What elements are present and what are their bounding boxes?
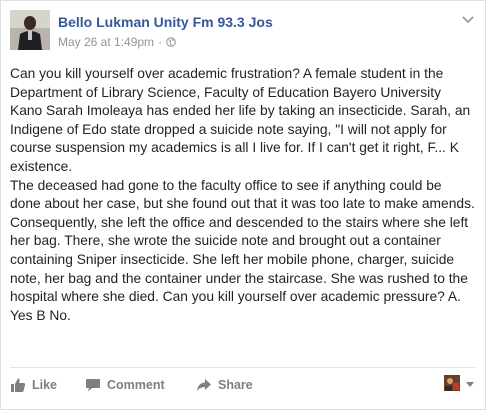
globe-icon[interactable] (166, 37, 176, 47)
like-label: Like (32, 378, 58, 392)
caret-down-icon[interactable] (466, 382, 474, 387)
avatar-photo (10, 10, 50, 50)
speech-bubble-icon (86, 379, 100, 392)
post-actions-bar: Like Comment Share (10, 373, 476, 401)
post-paragraph: The deceased had gone to the faculty off… (10, 177, 475, 212)
post-header: Bello Lukman Unity Fm 93.3 Jos May 26 at… (10, 10, 475, 58)
action-divider (10, 367, 476, 368)
comment-label: Comment (107, 378, 165, 392)
post-message: Can you kill yourself over academic frus… (10, 65, 476, 325)
share-arrow-icon (197, 379, 211, 391)
page-avatar-image (444, 375, 460, 391)
meta-separator: · (158, 35, 163, 49)
post-paragraph: Consequently, she left the office and de… (10, 214, 469, 323)
author-name-link[interactable]: Bello Lukman Unity Fm 93.3 Jos (58, 14, 273, 30)
thumbs-up-icon (11, 378, 26, 392)
author-avatar[interactable] (10, 10, 50, 50)
post-meta: May 26 at 1:49pm · (58, 35, 176, 49)
post-timestamp[interactable]: May 26 at 1:49pm (58, 35, 154, 49)
share-label: Share (218, 378, 253, 392)
chevron-down-icon[interactable] (461, 14, 475, 24)
comment-button[interactable]: Comment (85, 377, 165, 393)
post-paragraph: Can you kill yourself over academic frus… (10, 66, 471, 174)
share-button[interactable]: Share (196, 377, 253, 393)
page-avatar-selector[interactable] (444, 375, 460, 391)
like-button[interactable]: Like (10, 377, 57, 393)
post-card: Bello Lukman Unity Fm 93.3 Jos May 26 at… (0, 0, 486, 410)
